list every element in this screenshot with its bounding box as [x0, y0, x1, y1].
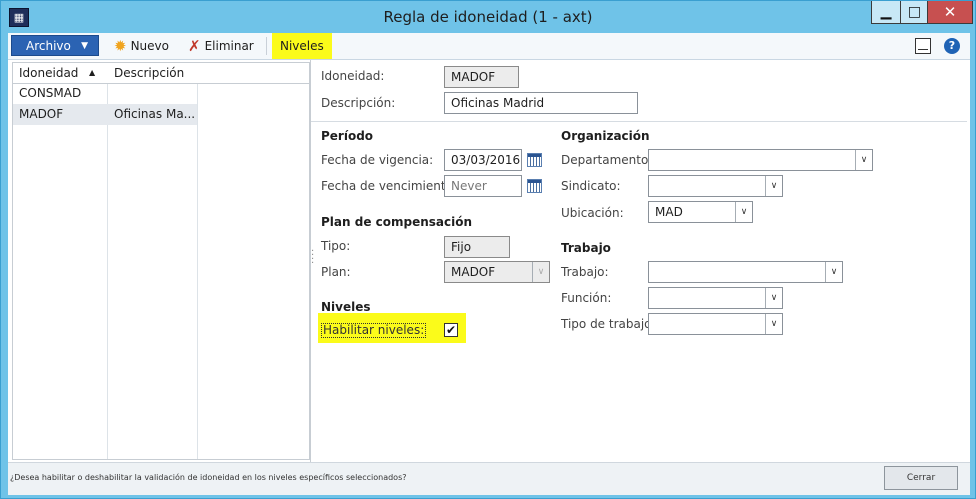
archivo-menu-button[interactable]: Archivo ▼ [11, 35, 99, 56]
cell-idoneidad: MADOF [19, 107, 64, 121]
tipo-trabajo-combobox[interactable]: ∨ [648, 313, 783, 335]
section-divider [311, 121, 967, 122]
plan-label: Plan: [321, 265, 351, 279]
title-bar[interactable]: ▦ Regla de idoneidad (1 - axt) ▁ □ ✕ [1, 1, 975, 33]
grid-header: Idoneidad ▲ Descripción [13, 63, 309, 84]
chevron-down-icon[interactable]: ∨ [825, 262, 842, 282]
ubicacion-value: MAD [655, 205, 683, 219]
minimize-button[interactable]: ▁ [871, 1, 901, 24]
eliminar-label: Eliminar [204, 39, 254, 53]
trabajo-label: Trabajo: [561, 265, 609, 279]
tipo-label: Tipo: [321, 239, 351, 253]
funcion-label: Función: [561, 291, 612, 305]
calendar-icon[interactable] [527, 179, 542, 193]
funcion-combobox[interactable]: ∨ [648, 287, 783, 309]
descripcion-field[interactable]: Oficinas Madrid [444, 92, 638, 114]
departamento-combobox[interactable]: ∨ [648, 149, 873, 171]
status-bar: ¿Desea habilitar o deshabilitar la valid… [8, 462, 970, 495]
splitter-handle[interactable]: · · · · [311, 247, 314, 269]
help-text: ¿Desea habilitar o deshabilitar la valid… [10, 473, 407, 482]
departamento-label: Departamento: [561, 153, 653, 167]
nuevo-label: Nuevo [130, 39, 169, 53]
trabajo-combobox[interactable]: ∨ [648, 261, 843, 283]
chevron-down-icon[interactable]: ∨ [765, 314, 782, 334]
sindicato-label: Sindicato: [561, 179, 621, 193]
cell-descripcion: Oficinas Ma... [114, 107, 196, 121]
calendar-icon[interactable] [527, 153, 542, 167]
chevron-down-icon: ▼ [81, 41, 88, 51]
maximize-button[interactable]: □ [900, 1, 929, 24]
plan-compensacion-header: Plan de compensación [321, 215, 473, 229]
help-icon[interactable]: ? [944, 38, 960, 54]
column-header-descripcion[interactable]: Descripción [114, 63, 184, 83]
nuevo-button[interactable]: ✹ Nuevo [114, 35, 169, 57]
ubicacion-combobox[interactable]: MAD ∨ [648, 201, 753, 223]
plan-combobox[interactable]: MADOF ∨ [444, 261, 550, 283]
close-icon: ✕ [943, 3, 957, 21]
chevron-down-icon[interactable]: ∨ [735, 202, 752, 222]
cell-idoneidad: CONSMAD [19, 86, 82, 100]
vigencia-date-field[interactable]: 03/03/2016 [444, 149, 522, 171]
niveles-header: Niveles [321, 300, 371, 314]
organizacion-header: Organización [561, 129, 650, 143]
archivo-label: Archivo [26, 39, 71, 53]
vencimiento-label: Fecha de vencimiento: [321, 179, 457, 193]
minimize-icon: ▁ [880, 4, 892, 20]
chevron-down-icon[interactable]: ∨ [855, 150, 872, 170]
habilitar-niveles-checkbox[interactable]: ✔ [444, 323, 458, 337]
table-row[interactable]: CONSMAD [13, 83, 197, 104]
detail-form: · · · · Idoneidad: MADOF Descripción: Ofici… [310, 60, 970, 462]
trabajo-header: Trabajo [561, 241, 611, 255]
niveles-label: Niveles [280, 39, 324, 53]
tipo-trabajo-label: Tipo de trabajo: [561, 317, 656, 331]
main-content: Idoneidad ▲ Descripción CONSMAD MADOF Of… [8, 60, 970, 462]
idoneidad-label: Idoneidad: [321, 69, 385, 83]
column-header-idoneidad[interactable]: Idoneidad [19, 63, 78, 83]
chevron-down-icon[interactable]: ∨ [765, 288, 782, 308]
periodo-header: Período [321, 129, 374, 143]
sort-ascending-icon: ▲ [89, 68, 96, 77]
eligibility-grid[interactable]: Idoneidad ▲ Descripción CONSMAD MADOF Of… [12, 62, 310, 460]
cerrar-button[interactable]: Cerrar [884, 466, 958, 490]
idoneidad-field[interactable]: MADOF [444, 66, 519, 88]
vencimiento-date-field[interactable]: Never [444, 175, 522, 197]
dialog-window: ▦ Regla de idoneidad (1 - axt) ▁ □ ✕ Arc… [0, 0, 976, 499]
action-pane: Archivo ▼ ✹ Nuevo ✗ Eliminar Niveles ? [8, 33, 970, 60]
niveles-button[interactable]: Niveles [272, 33, 332, 59]
eliminar-button[interactable]: ✗ Eliminar [188, 35, 254, 57]
maximize-icon: □ [907, 4, 922, 20]
layout-icon[interactable] [915, 38, 931, 54]
tipo-field[interactable]: Fijo [444, 236, 510, 258]
table-row-selected[interactable]: MADOF Oficinas Ma... [13, 104, 197, 125]
chevron-down-icon[interactable]: ∨ [765, 176, 782, 196]
delete-icon: ✗ [188, 37, 201, 55]
close-button[interactable]: ✕ [927, 1, 973, 24]
ubicacion-label: Ubicación: [561, 206, 624, 220]
vigencia-label: Fecha de vigencia: [321, 153, 434, 167]
toolbar-separator [266, 37, 267, 55]
chevron-down-icon[interactable]: ∨ [532, 262, 549, 282]
grid-column-divider [197, 63, 198, 459]
sindicato-combobox[interactable]: ∨ [648, 175, 783, 197]
new-record-icon: ✹ [114, 37, 127, 55]
habilitar-niveles-label: Habilitar niveles: [321, 323, 427, 338]
descripcion-label: Descripción: [321, 96, 396, 110]
plan-value: MADOF [451, 265, 496, 279]
window-title: Regla de idoneidad (1 - axt) [383, 8, 593, 26]
